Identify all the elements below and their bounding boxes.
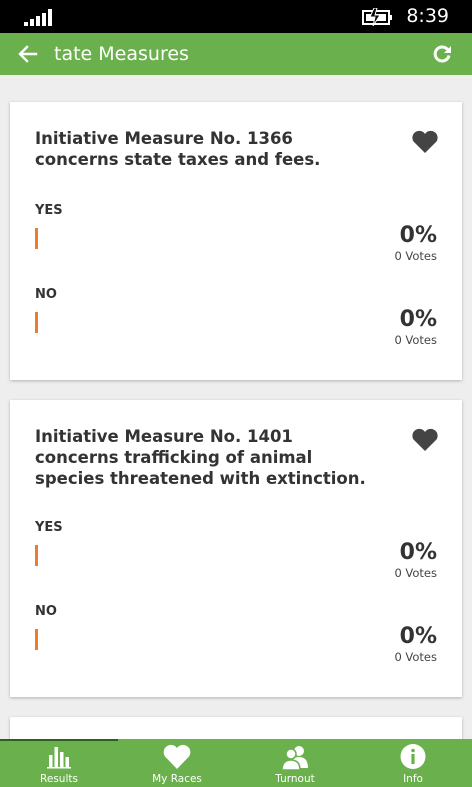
option-percent-no: 0% bbox=[399, 307, 437, 332]
result-bar-no bbox=[35, 312, 38, 333]
option-percent-yes: 0% bbox=[399, 540, 437, 565]
option-label-yes: YES bbox=[35, 203, 63, 218]
nav-item-info[interactable]: Info bbox=[354, 739, 472, 787]
app-bar: tate Measures bbox=[0, 33, 472, 75]
heart-icon[interactable] bbox=[411, 428, 439, 452]
nav-label: Results bbox=[40, 773, 78, 785]
option-votes-no: 0 Votes bbox=[394, 650, 437, 664]
measures-list[interactable]: Initiative Measure No. 1366 concerns sta… bbox=[0, 75, 472, 739]
nav-item-results[interactable]: Results bbox=[0, 739, 118, 787]
option-percent-no: 0% bbox=[399, 624, 437, 649]
nav-item-my-races[interactable]: My Races bbox=[118, 739, 236, 787]
option-votes-yes: 0 Votes bbox=[394, 566, 437, 580]
signal-bars-icon bbox=[24, 9, 52, 26]
nav-label: Info bbox=[403, 773, 423, 785]
bottom-nav: Results My Races Turnout Info bbox=[0, 739, 472, 787]
info-icon bbox=[400, 744, 426, 769]
status-time: 8:39 bbox=[406, 5, 449, 27]
heart-icon bbox=[163, 744, 191, 769]
page-title: tate Measures bbox=[54, 43, 189, 65]
measure-card: Initiative Measure No. 1366 concerns sta… bbox=[10, 102, 462, 380]
measure-title: Initiative Measure No. 1401 concerns tra… bbox=[35, 427, 366, 488]
nav-label: Turnout bbox=[275, 773, 315, 785]
people-icon bbox=[281, 746, 308, 770]
option-votes-yes: 0 Votes bbox=[394, 249, 437, 263]
option-label-no: NO bbox=[35, 604, 57, 619]
measure-card: Initiative Measure No. 1401 concerns tra… bbox=[10, 400, 462, 697]
measure-card bbox=[10, 717, 462, 739]
measure-title: Initiative Measure No. 1366 concerns sta… bbox=[35, 129, 321, 169]
status-bar: 8:39 bbox=[0, 0, 472, 33]
heart-icon[interactable] bbox=[411, 130, 439, 154]
bar-chart-icon bbox=[47, 747, 71, 769]
option-votes-no: 0 Votes bbox=[394, 333, 437, 347]
nav-label: My Races bbox=[152, 773, 202, 785]
nav-item-turnout[interactable]: Turnout bbox=[236, 739, 354, 787]
arrow-left-icon[interactable] bbox=[16, 42, 40, 66]
option-label-yes: YES bbox=[35, 520, 63, 535]
result-bar-yes bbox=[35, 228, 38, 249]
option-percent-yes: 0% bbox=[399, 223, 437, 248]
battery-charging-icon bbox=[362, 8, 392, 26]
result-bar-yes bbox=[35, 545, 38, 566]
result-bar-no bbox=[35, 629, 38, 650]
refresh-icon[interactable] bbox=[430, 42, 454, 66]
option-label-no: NO bbox=[35, 287, 57, 302]
